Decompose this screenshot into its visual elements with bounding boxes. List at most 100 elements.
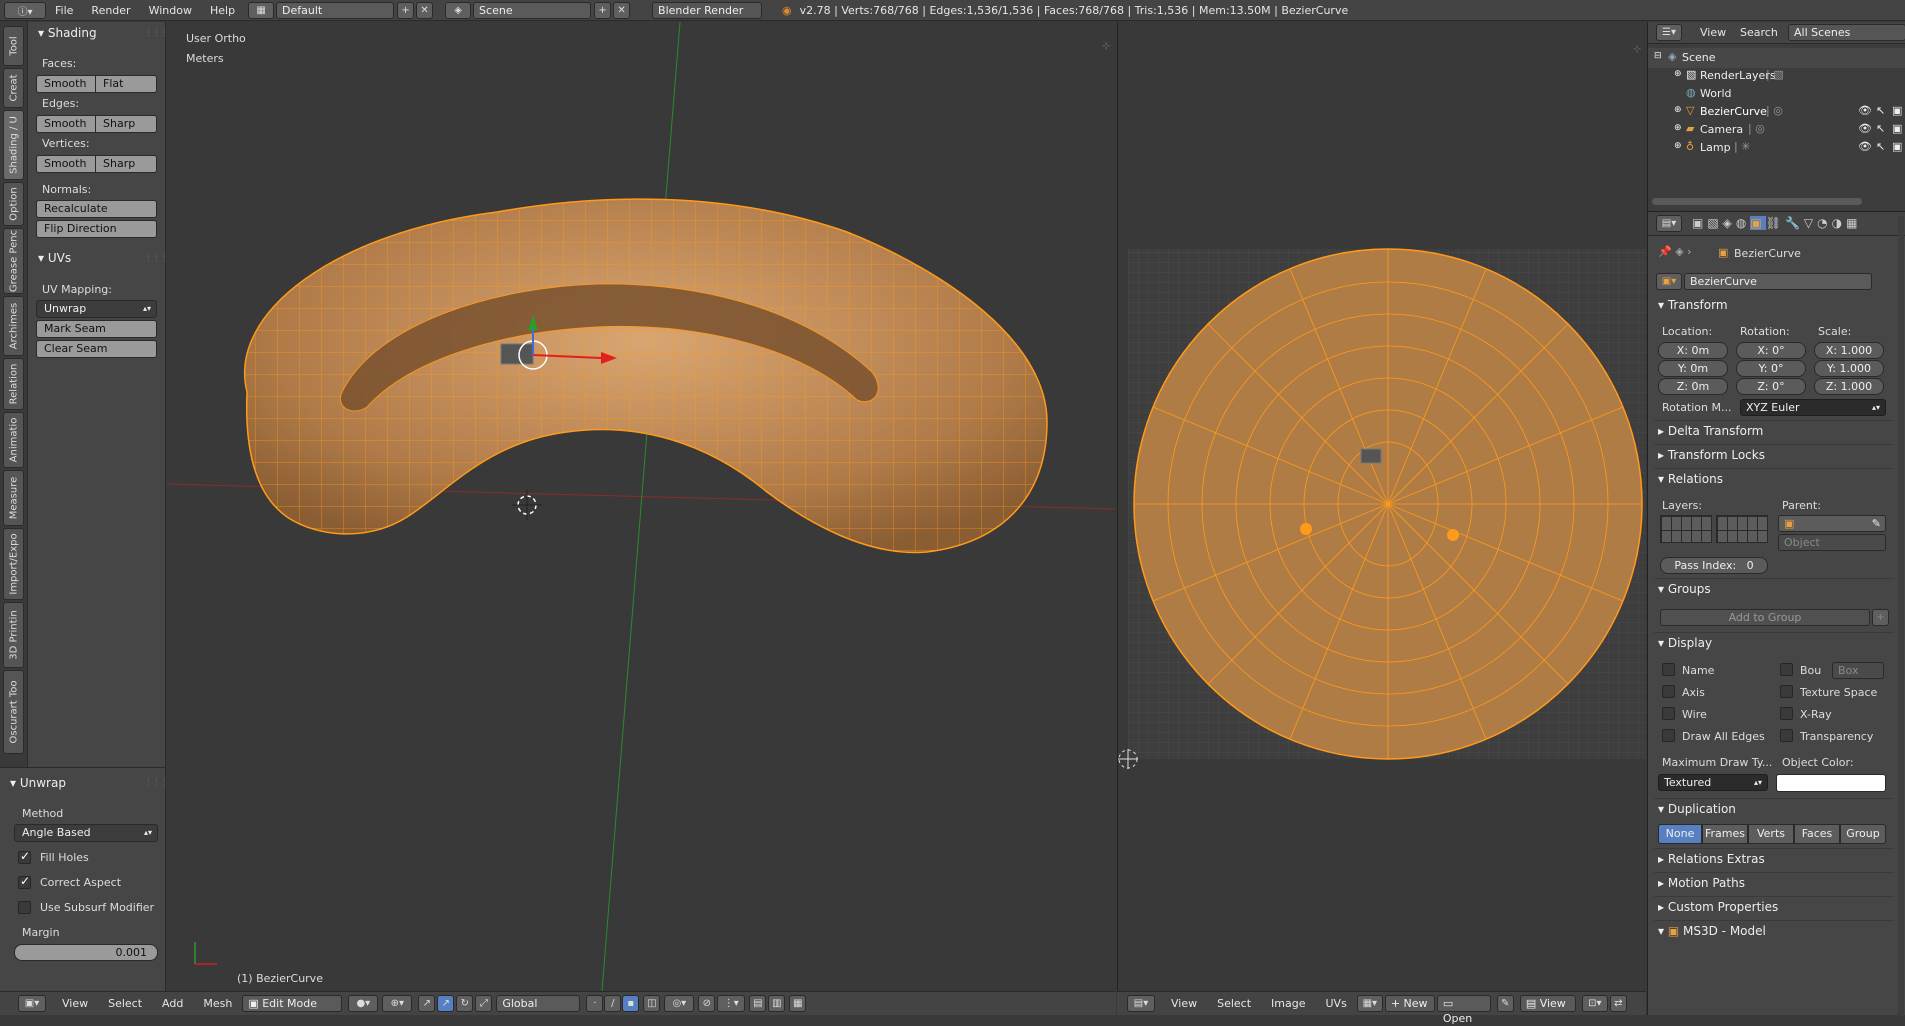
render-engine-select[interactable]: Blender Render: [652, 1, 763, 19]
snap-toggle-icon[interactable]: ⊘: [698, 995, 716, 1012]
outliner-scrollbar[interactable]: [1652, 198, 1862, 205]
unwrap-operator-header[interactable]: ▾ Unwrap: [10, 776, 66, 790]
tab-oscurart-tools[interactable]: Oscurart Too: [3, 670, 24, 754]
menu-window[interactable]: Window: [140, 4, 201, 17]
dup-verts-tab[interactable]: Verts: [1748, 824, 1794, 844]
scale-z-field[interactable]: Z: 1.000: [1814, 378, 1884, 395]
rotation-z-field[interactable]: Z: 0°: [1736, 378, 1806, 395]
viewport-canvas[interactable]: ⊹: [167, 22, 1115, 991]
pin-icon[interactable]: 📌 ◈ ›: [1658, 245, 1692, 258]
bounds-type-select[interactable]: Box: [1832, 662, 1884, 679]
opengl-render-icon[interactable]: ▥: [768, 995, 786, 1012]
delete-layout-icon[interactable]: ✕: [416, 1, 434, 19]
transparency-checkbox[interactable]: [1780, 729, 1793, 742]
properties-scrollbar[interactable]: [1898, 216, 1904, 1016]
groups-section-header[interactable]: ▾ Groups: [1658, 582, 1711, 596]
use-subsurf-checkbox[interactable]: [18, 901, 31, 914]
scale-y-field[interactable]: Y: 1.000: [1814, 360, 1884, 377]
recalculate-button[interactable]: Recalculate: [36, 200, 157, 218]
open-image-button[interactable]: ▭ Open: [1436, 995, 1491, 1025]
edges-sharp-button[interactable]: Sharp: [95, 115, 157, 133]
rotation-y-field[interactable]: Y: 0°: [1736, 360, 1806, 377]
tab-archimesh[interactable]: Archimes: [3, 296, 24, 356]
dup-none-tab[interactable]: None: [1658, 824, 1702, 844]
display-wire-checkbox[interactable]: [1662, 707, 1675, 720]
mark-seam-button[interactable]: Mark Seam: [36, 320, 157, 338]
3d-viewport[interactable]: User Ortho Meters ⊹ (1) BezierCurve: [167, 22, 1115, 991]
rotate-manipulator-icon[interactable]: ↻: [456, 995, 474, 1012]
outliner-menu-view[interactable]: View: [1700, 26, 1726, 39]
tab-import-export[interactable]: Import/Expo: [3, 528, 24, 600]
drag-grip-icon[interactable]: ⋮⋮⋮: [144, 28, 169, 38]
delete-scene-icon[interactable]: ✕: [613, 1, 631, 19]
tab-shading-uvs[interactable]: Shading / U: [3, 110, 24, 180]
pivot-icon[interactable]: ⊡▾: [1581, 995, 1608, 1012]
outliner-item-camera[interactable]: ⊕ ▰ Camera | ◎ 👁 ↖ ▣: [1648, 120, 1905, 140]
shading-mode-icon[interactable]: ●▾: [348, 995, 379, 1012]
tab-3d-printing[interactable]: 3D Printin: [3, 602, 24, 668]
opengl-animation-icon[interactable]: ▦: [789, 995, 807, 1012]
scale-x-field[interactable]: X: 1.000: [1814, 342, 1884, 359]
render-preview-icon[interactable]: ▤: [749, 995, 767, 1012]
display-axis-checkbox[interactable]: [1662, 685, 1675, 698]
view-mode-select[interactable]: ▤ View: [1519, 995, 1576, 1012]
editor-type-icon[interactable]: ▤▾: [1127, 995, 1155, 1012]
editor-type-icon[interactable]: ☰▾: [1656, 24, 1682, 41]
custom-properties-header[interactable]: ▸ Custom Properties: [1658, 900, 1778, 914]
outliner-item-scene[interactable]: ⊟ ◈ Scene: [1648, 48, 1905, 68]
drag-grip-icon[interactable]: ⋮⋮⋮: [144, 253, 169, 263]
proportional-edit-icon[interactable]: ◎▾: [664, 995, 695, 1012]
outliner-item-world[interactable]: ◍ World: [1648, 84, 1905, 104]
vertices-sharp-button[interactable]: Sharp: [95, 155, 157, 173]
mode-select[interactable]: ▣ Edit Mode: [242, 995, 343, 1012]
duplication-section-header[interactable]: ▾ Duplication: [1658, 802, 1736, 816]
pass-index-field[interactable]: Pass Index: 0: [1660, 557, 1768, 574]
rotation-x-field[interactable]: X: 0°: [1736, 342, 1806, 359]
limit-selection-icon[interactable]: ◫: [643, 995, 661, 1012]
faces-smooth-button[interactable]: Smooth: [36, 75, 96, 93]
layers-grid-2[interactable]: [1716, 515, 1768, 543]
object-name-field[interactable]: BezierCurve: [1684, 273, 1872, 290]
pin-icon[interactable]: ✎: [1496, 995, 1514, 1012]
uvs-panel-header[interactable]: ▾ UVs: [38, 251, 71, 265]
tab-relations[interactable]: Relation: [3, 358, 24, 410]
shading-panel-header[interactable]: ▾ Shading: [38, 26, 97, 40]
display-mode-select[interactable]: All Scenes: [1788, 24, 1905, 41]
display-bounds-checkbox[interactable]: [1780, 663, 1793, 676]
editor-type-icon[interactable]: ▤▾: [1656, 215, 1682, 232]
add-layout-icon[interactable]: +: [397, 1, 415, 19]
parent-field[interactable]: ▣ ✎: [1778, 515, 1886, 532]
display-section-header[interactable]: ▾ Display: [1658, 636, 1712, 650]
tab-measure[interactable]: Measure: [3, 470, 24, 526]
x-ray-checkbox[interactable]: [1780, 707, 1793, 720]
display-name-checkbox[interactable]: [1662, 663, 1675, 676]
unwrap-menu-button[interactable]: Unwrap ▴▾: [36, 300, 157, 318]
method-select[interactable]: Angle Based ▴▾: [14, 824, 158, 842]
location-y-field[interactable]: Y: 0m: [1658, 360, 1728, 377]
menu-add[interactable]: Add: [152, 997, 193, 1010]
flip-direction-button[interactable]: Flip Direction: [36, 220, 157, 238]
add-to-group-button[interactable]: Add to Group: [1660, 609, 1870, 626]
drag-grip-icon[interactable]: ⋮⋮⋮: [144, 778, 169, 788]
outliner-item-renderlayers[interactable]: ⊕ ▧ RenderLayers | ▧: [1648, 66, 1905, 86]
new-image-button[interactable]: + New: [1384, 995, 1435, 1012]
fill-holes-checkbox[interactable]: [18, 849, 31, 864]
image-browse-icon[interactable]: ▦▾: [1356, 995, 1383, 1012]
outliner-menu-search[interactable]: Search: [1740, 26, 1778, 39]
ms3d-model-header[interactable]: ▾ ▣ MS3D - Model: [1658, 924, 1766, 938]
manipulator-toggle-icon[interactable]: ↗: [418, 995, 436, 1012]
rotation-mode-select[interactable]: XYZ Euler ▴▾: [1740, 399, 1886, 416]
pivot-point-icon[interactable]: ⊕▾: [382, 995, 413, 1012]
outliner-item-lamp[interactable]: ⊕ ♁ Lamp | ✳ 👁 ↖ ▣: [1648, 138, 1905, 158]
translate-manipulator-icon[interactable]: ↗: [437, 995, 455, 1012]
menu-select[interactable]: Select: [98, 997, 152, 1010]
relations-extras-header[interactable]: ▸ Relations Extras: [1658, 852, 1765, 866]
tab-tool[interactable]: Tool: [3, 26, 24, 66]
transform-locks-header[interactable]: ▸ Transform Locks: [1658, 448, 1765, 462]
tab-options[interactable]: Option: [3, 182, 24, 226]
uv-island[interactable]: [1133, 248, 1643, 760]
edges-smooth-button[interactable]: Smooth: [36, 115, 96, 133]
correct-aspect-checkbox[interactable]: [18, 874, 31, 889]
menu-help[interactable]: Help: [201, 4, 244, 17]
object-color-swatch[interactable]: [1776, 774, 1886, 792]
